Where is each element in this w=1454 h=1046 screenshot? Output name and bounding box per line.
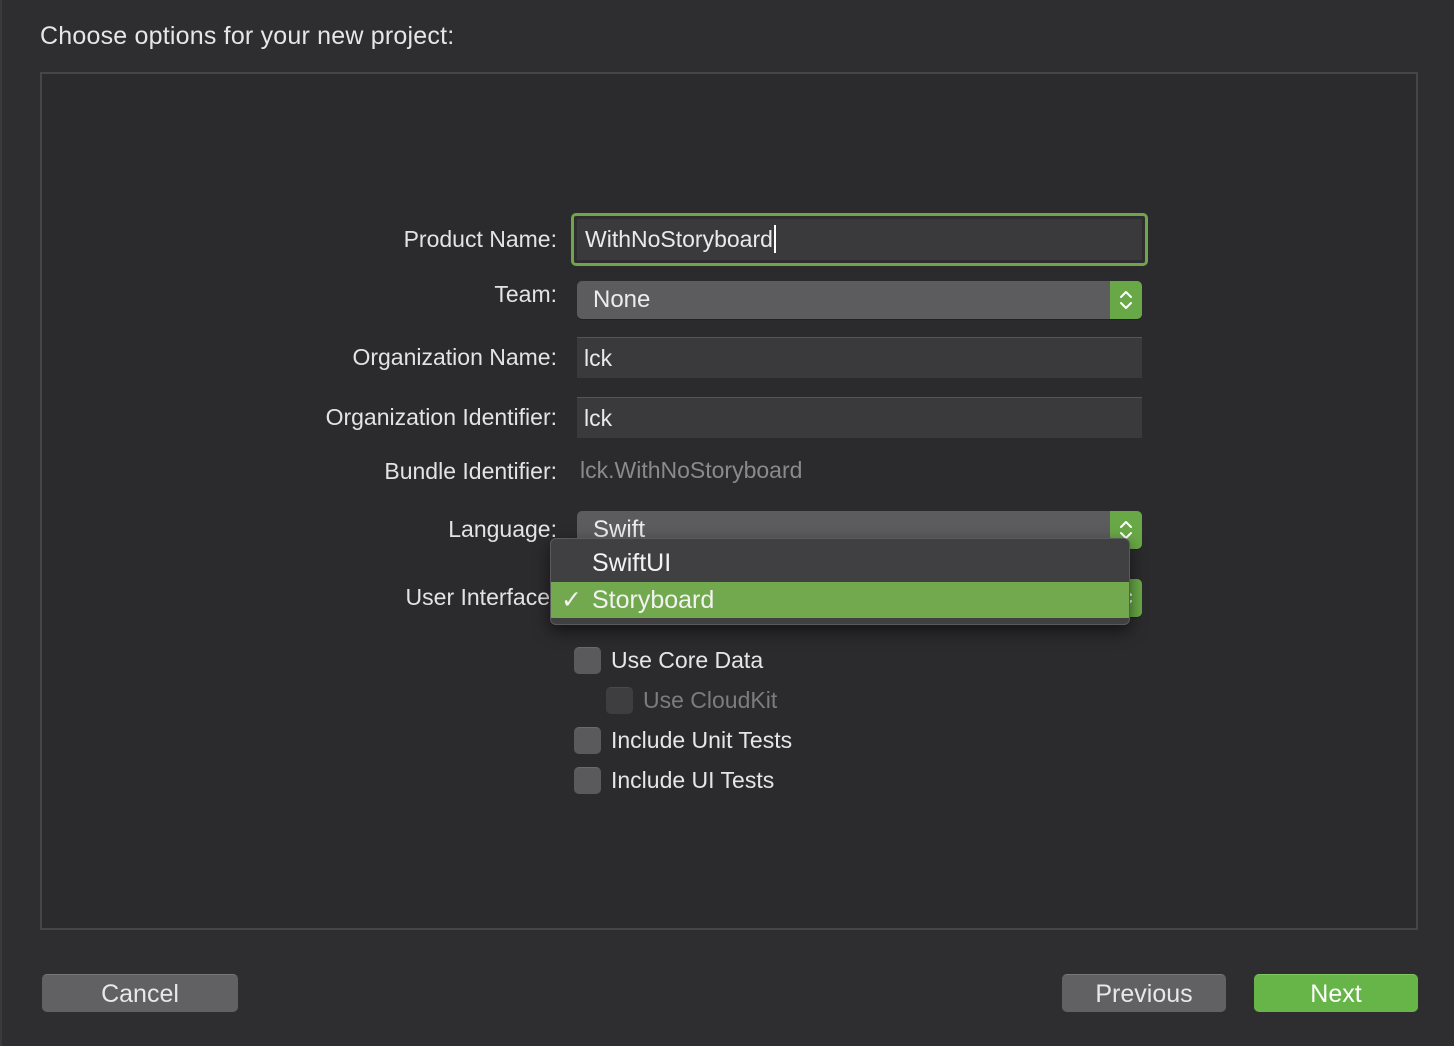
organization-name-label: Organization Name:	[352, 344, 557, 370]
checkbox-label: Use Core Data	[611, 647, 764, 673]
include-unit-tests-checkbox[interactable]: Include Unit Tests	[574, 727, 792, 754]
team-popup[interactable]: None	[577, 281, 1142, 319]
include-ui-tests-checkbox[interactable]: Include UI Tests	[574, 767, 774, 794]
window-edge	[0, 0, 2, 1046]
checkmark-icon: ✓	[561, 586, 582, 614]
checkbox-box[interactable]	[574, 647, 601, 674]
options-panel	[40, 72, 1418, 930]
organization-name-field[interactable]: lck	[577, 337, 1142, 378]
cancel-button[interactable]: Cancel	[42, 974, 238, 1012]
text-caret	[773, 224, 776, 253]
bundle-identifier-label: Bundle Identifier:	[384, 458, 557, 484]
organization-identifier-label: Organization Identifier:	[325, 404, 557, 430]
bundle-identifier-value: lck.WithNoStoryboard	[580, 457, 803, 483]
user-interface-menu: SwiftUI ✓ Storyboard	[550, 538, 1130, 625]
organization-identifier-field[interactable]: lck	[577, 397, 1142, 438]
product-name-value: WithNoStoryboard	[585, 226, 773, 252]
checkbox-box[interactable]	[574, 727, 601, 754]
checkbox-box	[606, 687, 633, 714]
next-button[interactable]: Next	[1254, 974, 1418, 1012]
use-cloudkit-checkbox: Use CloudKit	[606, 687, 777, 714]
checkbox-box[interactable]	[574, 767, 601, 794]
up-down-chevron-icon	[1110, 281, 1142, 319]
previous-button[interactable]: Previous	[1062, 974, 1226, 1012]
checkbox-label: Include Unit Tests	[611, 727, 793, 753]
product-name-field[interactable]: WithNoStoryboard	[571, 213, 1148, 266]
menu-item-swiftui[interactable]: SwiftUI	[551, 545, 1129, 581]
page-title: Choose options for your new project:	[40, 22, 455, 50]
product-name-label: Product Name:	[403, 226, 557, 252]
team-value: None	[593, 286, 651, 313]
user-interface-label: User Interface	[405, 584, 550, 610]
checkbox-label: Include UI Tests	[611, 767, 775, 793]
language-label: Language:	[448, 516, 557, 542]
menu-item-label: Storyboard	[592, 586, 715, 614]
use-core-data-checkbox[interactable]: Use Core Data	[574, 647, 763, 674]
checkbox-label: Use CloudKit	[643, 687, 778, 713]
menu-item-label: SwiftUI	[592, 549, 672, 577]
menu-item-storyboard[interactable]: ✓ Storyboard	[551, 582, 1129, 618]
team-label: Team:	[494, 281, 557, 307]
